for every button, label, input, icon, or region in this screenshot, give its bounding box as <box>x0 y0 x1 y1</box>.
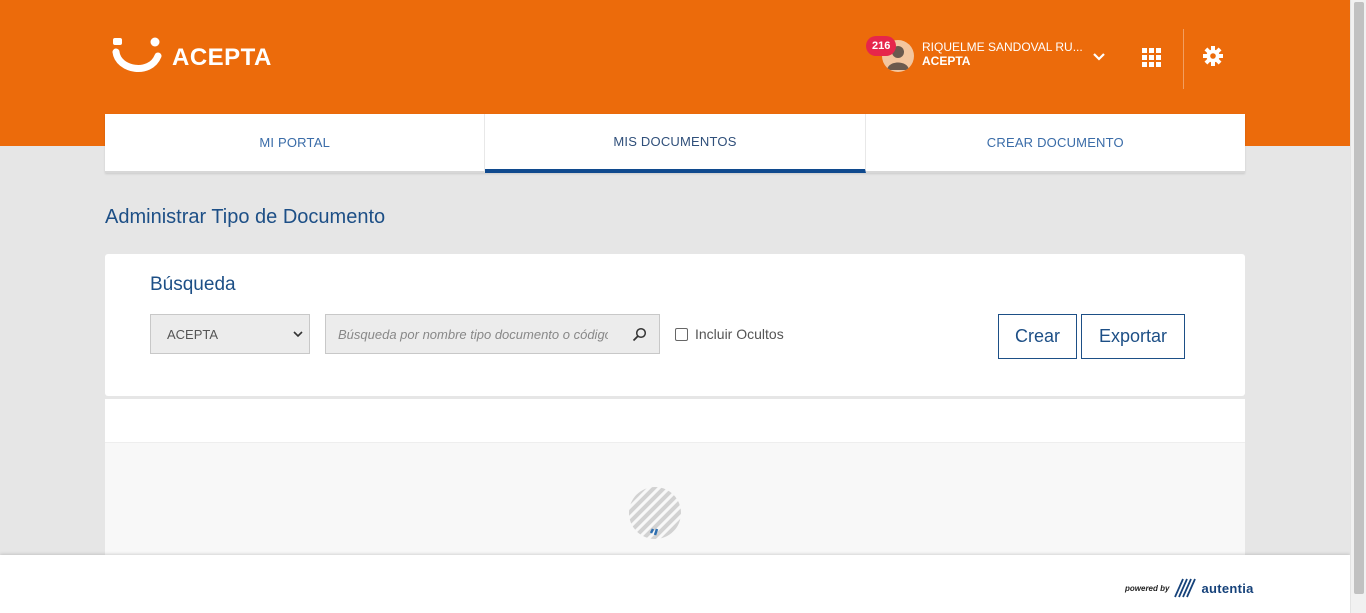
autentia-logo-icon <box>1174 578 1197 598</box>
loading-spinner-icon <box>629 487 681 539</box>
include-hidden-label: Incluir Ocultos <box>695 326 784 342</box>
create-button[interactable]: Crear <box>998 314 1077 359</box>
tab-mi-portal[interactable]: MI PORTAL <box>105 114 486 173</box>
export-button[interactable]: Exportar <box>1081 314 1185 359</box>
include-hidden-checkbox[interactable] <box>675 327 688 341</box>
notification-badge[interactable]: 216 <box>866 36 897 56</box>
smile-logo-icon <box>112 37 162 72</box>
search-section-title: Búsqueda <box>150 274 236 295</box>
user-menu[interactable]: RIQUELME SANDOVAL RU... ACEPTA <box>866 36 1083 72</box>
powered-by-label: powered by <box>1125 583 1170 593</box>
powered-by-autentia[interactable]: powered by autentia <box>1125 577 1254 599</box>
page-title: Administrar Tipo de Documento <box>105 206 386 228</box>
include-hidden-toggle[interactable]: Incluir Ocultos <box>675 326 784 342</box>
search-card: Búsqueda ACEPTA Incluir Ocultos Crear Ex… <box>105 254 1245 396</box>
search-box <box>325 314 660 354</box>
company-select-value: ACEPTA <box>167 326 219 342</box>
gear-icon[interactable] <box>1203 46 1223 66</box>
company-select[interactable]: ACEPTA <box>150 314 310 354</box>
chevron-down-icon[interactable] <box>1092 50 1106 64</box>
apps-grid-icon[interactable] <box>1142 48 1161 67</box>
brand-name: ACEPTA <box>172 44 272 71</box>
search-icon[interactable] <box>632 327 647 342</box>
user-org: ACEPTA <box>922 54 971 68</box>
scrollbar-thumb[interactable] <box>1354 2 1364 594</box>
main-tabs: MI PORTAL MIS DOCUMENTOS CREAR DOCUMENTO <box>105 114 1245 173</box>
tab-mis-documentos[interactable]: MIS DOCUMENTOS <box>485 114 866 173</box>
search-input[interactable] <box>338 326 608 342</box>
brand-logo[interactable]: ACEPTA <box>110 36 272 80</box>
vertical-scrollbar[interactable] <box>1350 0 1366 613</box>
user-name: RIQUELME SANDOVAL RU... <box>922 40 1083 54</box>
header-divider <box>1183 29 1184 89</box>
footer: powered by autentia <box>0 555 1350 613</box>
vendor-name: autentia <box>1201 580 1254 596</box>
results-table-header <box>105 399 1245 443</box>
chevron-down-icon <box>293 331 303 338</box>
results-table-body <box>105 443 1245 555</box>
tab-crear-documento[interactable]: CREAR DOCUMENTO <box>865 114 1245 173</box>
